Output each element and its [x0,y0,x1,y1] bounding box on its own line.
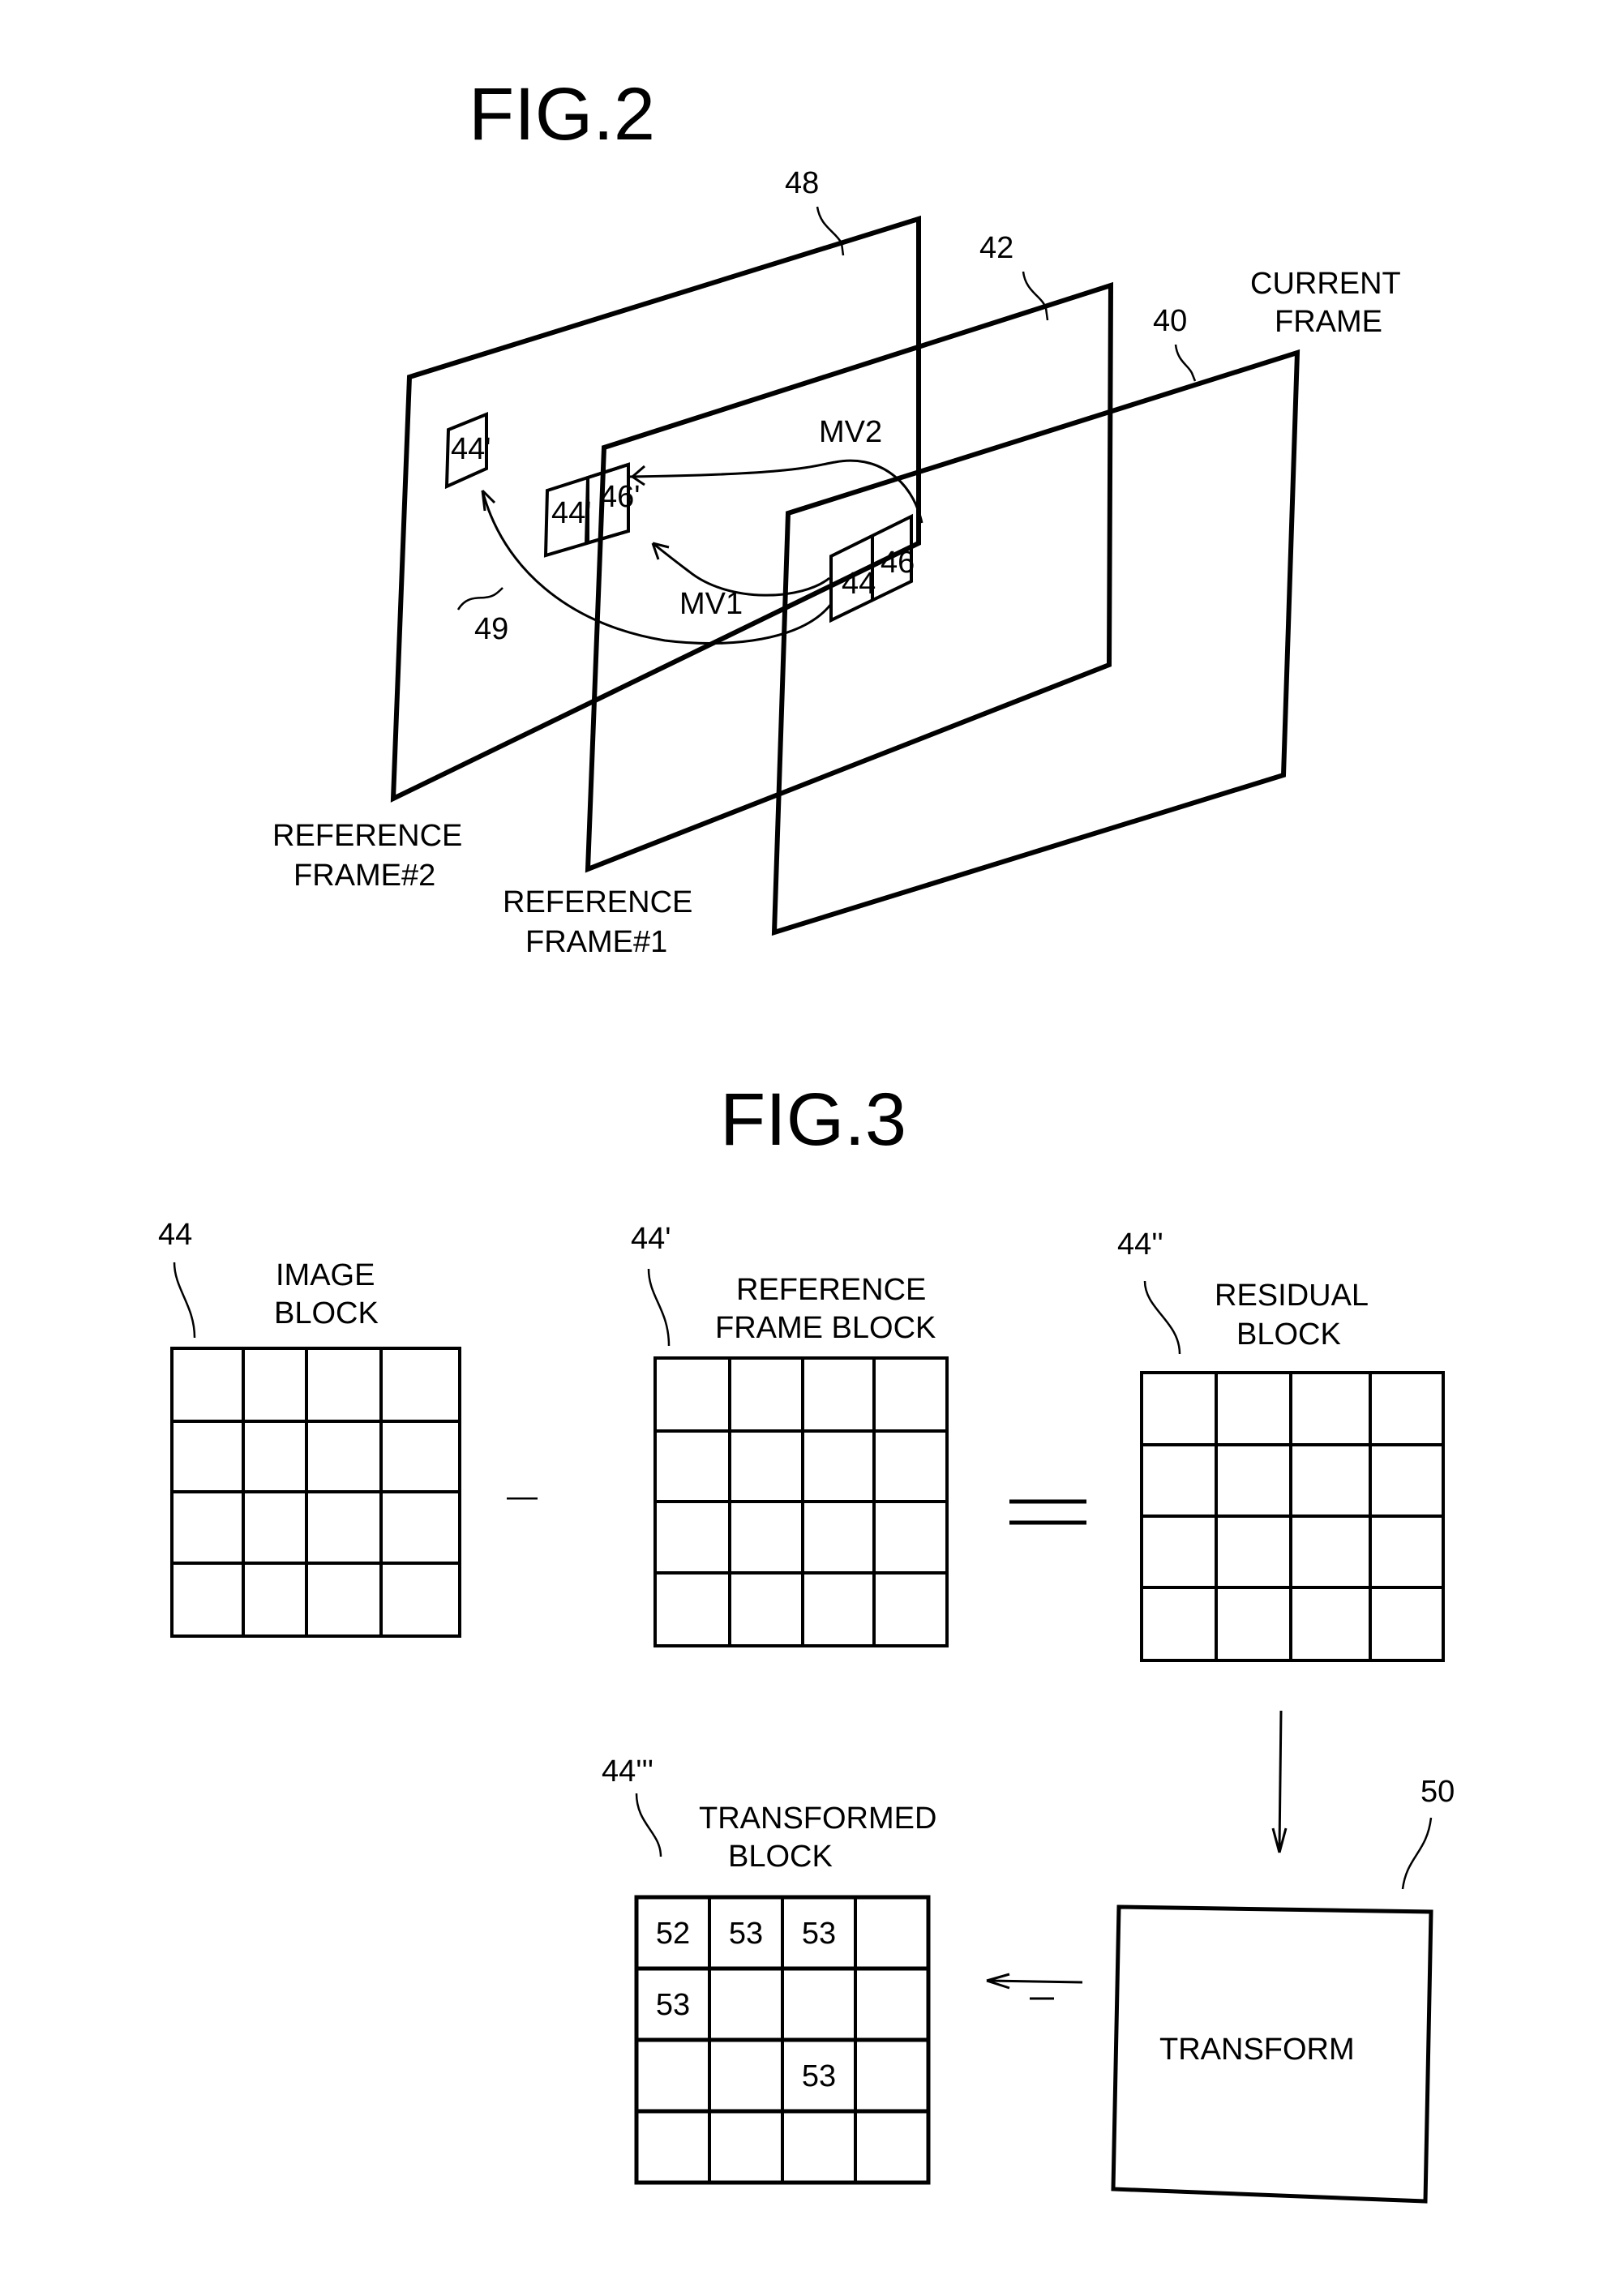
block-label-46-current: 46 [881,546,915,580]
reference-block-grid [653,1356,949,1647]
leader-49 [456,587,503,611]
fig3-title: FIG.3 [720,1078,906,1161]
current-frame-caption-line2: FRAME [1275,305,1382,339]
block-label-44-prime-ref1: 44' [551,496,592,530]
block-label-44-prime-ref2: 44' [451,432,491,466]
reference-frame-1-caption-line2: FRAME#1 [525,925,667,959]
transformed-block-cell-label: 53 [802,2059,836,2093]
transformed-block-cell-label: 53 [729,1917,763,1951]
transformed-block-cells: 52 53 53 53 53 [634,1895,931,2185]
current-frame-caption-line1: CURRENT [1250,267,1401,301]
leader-44 [173,1262,196,1339]
reference-frame-2-caption-line1: REFERENCE [272,819,462,853]
fig2-title: FIG.2 [469,73,655,156]
transformed-block-caption-line1: TRANSFORMED [699,1802,936,1836]
motion-vector-49-arrow [481,490,833,645]
image-block-caption-line1: IMAGE [276,1258,375,1292]
ref-label-50: 50 [1420,1775,1455,1809]
transformed-block-cell-label: 53 [656,1988,690,2022]
arrow-to-transform [1278,1710,1283,1849]
leader-50 [1401,1817,1433,1890]
leader-40 [1174,344,1197,382]
reference-block-caption-line1: REFERENCE [736,1273,926,1307]
equals-sign [1009,1499,1086,1525]
ref-label-42: 42 [979,231,1013,265]
patent-drawing-sheet: FIG.2 48 44' REFERENCE FRAME#2 42 44' 46… [158,73,1455,2204]
arrow-to-transformed-block [988,1979,1083,1984]
ref-label-49: 49 [474,612,508,646]
image-block-grid [170,1347,461,1638]
ref-label-44: 44 [158,1218,192,1252]
block-label-46-prime-ref1: 46' [600,480,641,514]
ref-label-48: 48 [785,166,819,200]
leader-44-double-prime [1143,1280,1181,1355]
motion-vector-mv2-arrow [628,459,923,524]
ref-label-44-double-prime: 44'' [1117,1227,1163,1262]
ref-label-44-prime: 44' [631,1222,671,1256]
image-block-caption-line2: BLOCK [274,1296,379,1330]
motion-vector-mv1-label: MV1 [679,587,743,621]
reference-frame-2-caption-line2: FRAME#2 [294,859,435,893]
reference-frame-1-caption-line1: REFERENCE [503,885,692,919]
leader-44-prime [647,1268,671,1347]
ref-label-44-triple-prime: 44''' [602,1754,653,1789]
ref-label-40: 40 [1153,304,1187,338]
transformed-block-cell-label: 52 [656,1917,690,1951]
residual-block-caption-line2: BLOCK [1236,1317,1341,1352]
minus-sign: — [507,1480,538,1514]
residual-block-caption-line1: RESIDUAL [1215,1279,1369,1313]
transformed-block-caption-line2: BLOCK [728,1840,833,1874]
transformed-block-cell-label: 53 [802,1917,836,1951]
block-label-44-current: 44 [842,567,876,601]
leader-44-triple-prime [635,1793,662,1857]
reference-frame-2 [390,215,921,803]
residual-block-grid [1140,1371,1445,1662]
transform-label: TRANSFORM [1159,2033,1355,2067]
reference-block-caption-line2: FRAME BLOCK [715,1311,936,1345]
motion-vector-mv2-label: MV2 [819,415,882,449]
